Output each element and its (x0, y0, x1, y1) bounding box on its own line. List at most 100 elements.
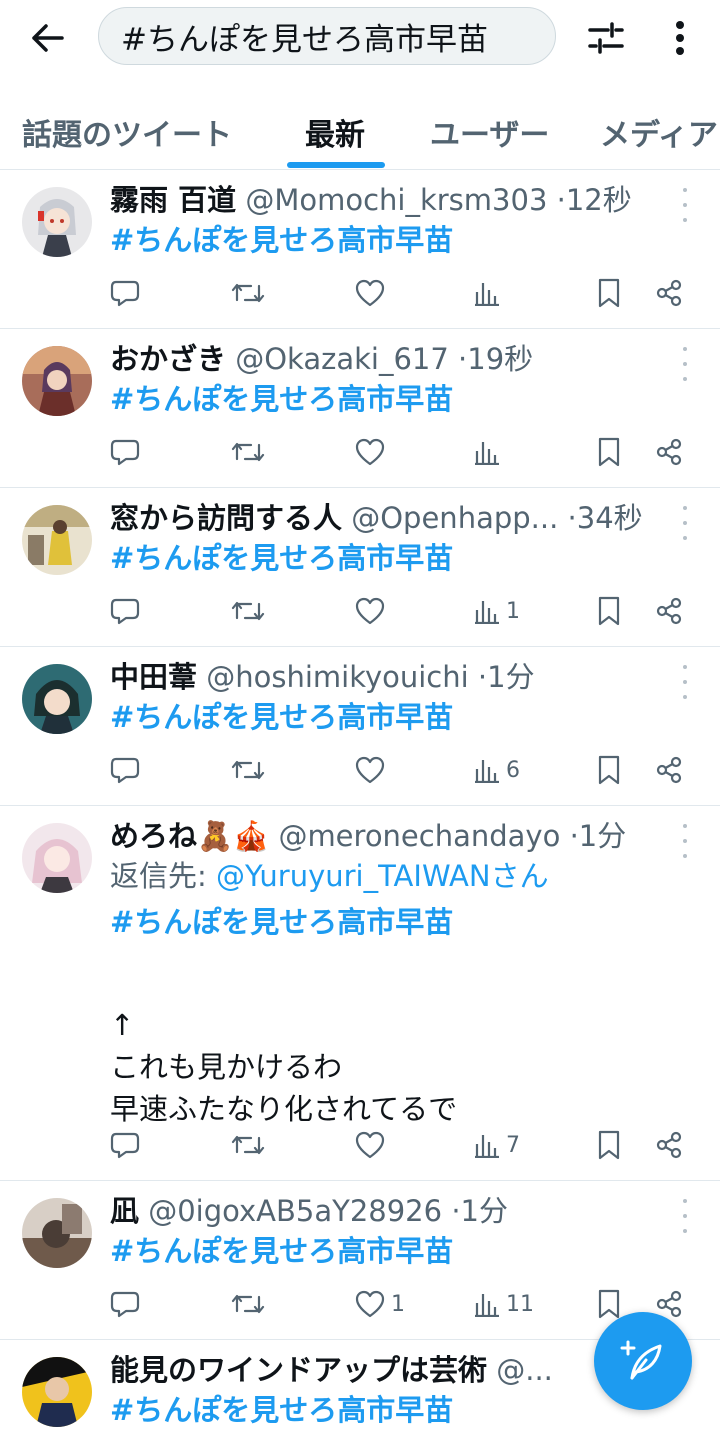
tweet[interactable]: おかざき @Okazaki_617 ·19秒 #ちんぽを見せろ高市早苗 (0, 329, 720, 488)
hashtag-link[interactable]: #ちんぽを見せろ高市早苗 (110, 1231, 690, 1271)
retweet-button[interactable] (231, 748, 265, 792)
retweet-button[interactable] (231, 430, 265, 474)
view-count: 7 (506, 1132, 520, 1158)
tweet-content: 返信先: @Yuruyuri_TAIWANさん #ちんぽを見せろ高市早苗 ↑ こ… (110, 856, 690, 1130)
bookmark-button[interactable] (597, 430, 621, 474)
views-button[interactable]: 6 (474, 748, 520, 792)
like-button[interactable] (355, 1123, 391, 1167)
views-button[interactable]: 11 (474, 1282, 534, 1326)
reply-button[interactable] (110, 1123, 140, 1167)
hashtag-link[interactable]: #ちんぽを見せろ高市早苗 (110, 697, 690, 737)
tweet-menu-icon[interactable] (672, 347, 698, 381)
user-handle[interactable]: @0igoxAB5aY28926 (148, 1194, 442, 1228)
hashtag-link[interactable]: #ちんぽを見せろ高市早苗 (110, 220, 690, 260)
retweet-button[interactable] (231, 271, 265, 315)
tab-top[interactable]: 話題のツイート (22, 110, 232, 154)
tab-media[interactable]: メディア (600, 110, 718, 154)
share-button[interactable] (655, 271, 683, 315)
display-name[interactable]: 能見のワインドアップは芸術 (110, 1353, 487, 1387)
tweet-menu-icon[interactable] (672, 1199, 698, 1233)
retweet-icon (231, 601, 265, 621)
retweet-button[interactable] (231, 589, 265, 633)
like-button[interactable] (355, 430, 391, 474)
avatar[interactable] (22, 1198, 92, 1268)
display-name[interactable]: 凪 (110, 1194, 139, 1228)
share-button[interactable] (655, 1123, 683, 1167)
tweet[interactable]: 中田葦 @hoshimikyouichi ·1分 #ちんぽを見せろ高市早苗 6 (0, 647, 720, 806)
display-name[interactable]: 中田葦 (110, 660, 197, 694)
tweet-time: 1分 (578, 819, 627, 853)
tweet[interactable]: めろね🧸🎪 @meronechandayo ·1分 返信先: @Yuruyuri… (0, 806, 720, 1181)
views-button[interactable]: 1 (474, 589, 520, 633)
retweet-button[interactable] (231, 1282, 265, 1326)
tweet[interactable]: 凪 @0igoxAB5aY28926 ·1分 #ちんぽを見せろ高市早苗 1 11 (0, 1181, 720, 1340)
user-handle[interactable]: @Openhapp... (351, 501, 558, 535)
bookmark-button[interactable] (597, 748, 621, 792)
hashtag-link[interactable]: #ちんぽを見せろ高市早苗 (110, 1390, 690, 1430)
like-button[interactable] (355, 748, 391, 792)
reply-button[interactable] (110, 589, 140, 633)
heart-icon (355, 1290, 385, 1318)
display-name[interactable]: おかざき (110, 342, 226, 376)
back-button[interactable] (22, 16, 74, 60)
display-name[interactable]: めろね🧸🎪 (110, 819, 269, 853)
search-filter-button[interactable] (580, 14, 632, 62)
tweet-content: #ちんぽを見せろ高市早苗 (110, 1390, 690, 1430)
avatar[interactable] (22, 823, 92, 893)
avatar[interactable] (22, 187, 92, 257)
views-button[interactable] (474, 271, 506, 315)
tweet-menu-icon[interactable] (672, 506, 698, 540)
bookmark-button[interactable] (597, 1123, 621, 1167)
bar-chart-icon (475, 1135, 499, 1158)
view-count: 1 (506, 598, 520, 624)
user-handle[interactable]: @meronechandayo (278, 819, 560, 853)
tweet[interactable]: 窓から訪問する人 @Openhapp... ·34秒 #ちんぽを見せろ高市早苗 … (0, 488, 720, 647)
share-icon (656, 1131, 682, 1159)
avatar[interactable] (22, 1357, 92, 1427)
view-count: 11 (506, 1291, 534, 1317)
tweet-menu-icon[interactable] (672, 665, 698, 699)
user-handle[interactable]: @hoshimikyouichi (206, 660, 468, 694)
tweet-menu-icon[interactable] (672, 188, 698, 222)
search-input[interactable]: #ちんぽを見せろ高市早苗 (98, 7, 556, 65)
retweet-button[interactable] (231, 1123, 265, 1167)
reply-button[interactable] (110, 1282, 140, 1326)
compose-tweet-button[interactable] (594, 1312, 692, 1410)
reply-button[interactable] (110, 430, 140, 474)
like-button[interactable] (355, 271, 391, 315)
share-button[interactable] (655, 748, 683, 792)
bookmark-button[interactable] (597, 589, 621, 633)
reply-to-link[interactable]: @Yuruyuri_TAIWANさん (216, 859, 549, 893)
share-button[interactable] (655, 589, 683, 633)
separator-dot: · (458, 342, 468, 376)
views-button[interactable]: 7 (474, 1123, 520, 1167)
display-name[interactable]: 窓から訪問する人 (110, 501, 342, 535)
tweet[interactable]: 霧雨 百道 @Momochi_krsm303 ·12秒 #ちんぽを見せろ高市早苗 (0, 170, 720, 329)
reply-button[interactable] (110, 748, 140, 792)
bookmark-button[interactable] (597, 271, 621, 315)
user-handle[interactable]: @Okazaki_617 (235, 342, 449, 376)
reply-button[interactable] (110, 271, 140, 315)
user-handle[interactable]: @Momochi_krsm303 (245, 183, 547, 217)
tab-users[interactable]: ユーザー (430, 110, 549, 154)
tweet-actions: 1 (0, 589, 720, 633)
tweet-menu-icon[interactable] (672, 824, 698, 858)
reply-icon (110, 757, 140, 784)
avatar[interactable] (22, 346, 92, 416)
hashtag-link[interactable]: #ちんぽを見せろ高市早苗 (110, 902, 690, 942)
view-count: 6 (506, 757, 520, 783)
reply-icon (110, 439, 140, 466)
user-handle[interactable]: @... (496, 1353, 553, 1387)
like-button[interactable] (355, 589, 391, 633)
like-button[interactable]: 1 (355, 1282, 405, 1326)
share-button[interactable] (655, 430, 683, 474)
tab-latest[interactable]: 最新 (305, 110, 365, 154)
views-button[interactable] (474, 430, 506, 474)
tweet-header: 凪 @0igoxAB5aY28926 ·1分 (110, 1191, 670, 1231)
hashtag-link[interactable]: #ちんぽを見せろ高市早苗 (110, 379, 690, 419)
avatar[interactable] (22, 664, 92, 734)
hashtag-link[interactable]: #ちんぽを見せろ高市早苗 (110, 538, 690, 578)
display-name[interactable]: 霧雨 百道 (110, 183, 236, 217)
avatar[interactable] (22, 505, 92, 575)
more-options-button[interactable] (656, 14, 704, 62)
